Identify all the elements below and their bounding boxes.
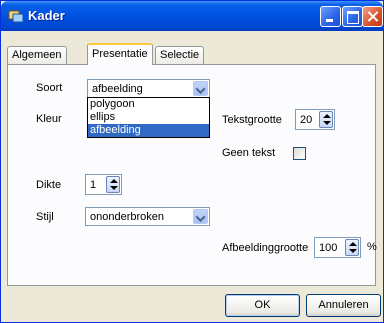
ok-button[interactable]: OK — [225, 294, 300, 317]
close-button[interactable] — [362, 6, 383, 27]
spinner-arrows-icon[interactable] — [345, 239, 359, 256]
dropdown-option-ellips[interactable]: ellips — [88, 111, 209, 124]
tab-presentatie[interactable]: Presentatie — [87, 43, 153, 65]
dikte-label: Dikte — [36, 179, 62, 191]
dikte-value: 1 — [90, 179, 97, 191]
afbeeldinggrootte-label: Afbeeldinggrootte — [222, 242, 309, 254]
stijl-label: Stijl — [36, 211, 54, 223]
window-title: Kader — [28, 8, 65, 23]
dialog-window: Kader Algemeen Presentatie Selectie Soor… — [0, 0, 384, 323]
tekstgrootte-label: Tekstgrootte — [222, 114, 282, 126]
chevron-down-icon[interactable] — [193, 81, 208, 96]
cancel-button[interactable]: Annuleren — [306, 294, 381, 317]
spinner-arrows-icon[interactable] — [319, 111, 333, 128]
tab-selectie[interactable]: Selectie — [155, 46, 205, 64]
geen-tekst-label: Geen tekst — [222, 147, 276, 159]
afbeeldinggrootte-value: 100 — [319, 242, 338, 254]
app-icon — [8, 10, 24, 23]
percent-unit: % — [367, 241, 377, 253]
soort-select[interactable]: afbeelding — [87, 79, 210, 98]
tekstgrootte-value: 20 — [300, 114, 313, 126]
chevron-down-icon[interactable] — [193, 209, 208, 224]
soort-select-value: afbeelding — [92, 83, 143, 95]
minimize-button[interactable] — [320, 6, 341, 27]
soort-label: Soort — [36, 82, 63, 94]
title-bar[interactable]: Kader — [1, 1, 383, 31]
afbeeldinggrootte-spinner[interactable]: 100 — [314, 237, 361, 258]
spinner-arrows-icon[interactable] — [106, 176, 120, 193]
dropdown-option-polygoon[interactable]: polygoon — [88, 98, 209, 111]
kleur-label: Kleur — [36, 113, 62, 125]
dikte-spinner[interactable]: 1 — [85, 174, 122, 195]
dropdown-option-afbeelding[interactable]: afbeelding — [88, 124, 209, 137]
soort-dropdown-list[interactable]: polygoon ellips afbeelding — [87, 97, 210, 138]
tab-algemeen[interactable]: Algemeen — [7, 46, 67, 64]
maximize-button[interactable] — [342, 6, 363, 27]
stijl-select[interactable]: ononderbroken — [85, 207, 210, 226]
tekstgrootte-spinner[interactable]: 20 — [295, 109, 335, 130]
stijl-select-value: ononderbroken — [90, 211, 165, 223]
geen-tekst-checkbox[interactable] — [293, 147, 306, 160]
